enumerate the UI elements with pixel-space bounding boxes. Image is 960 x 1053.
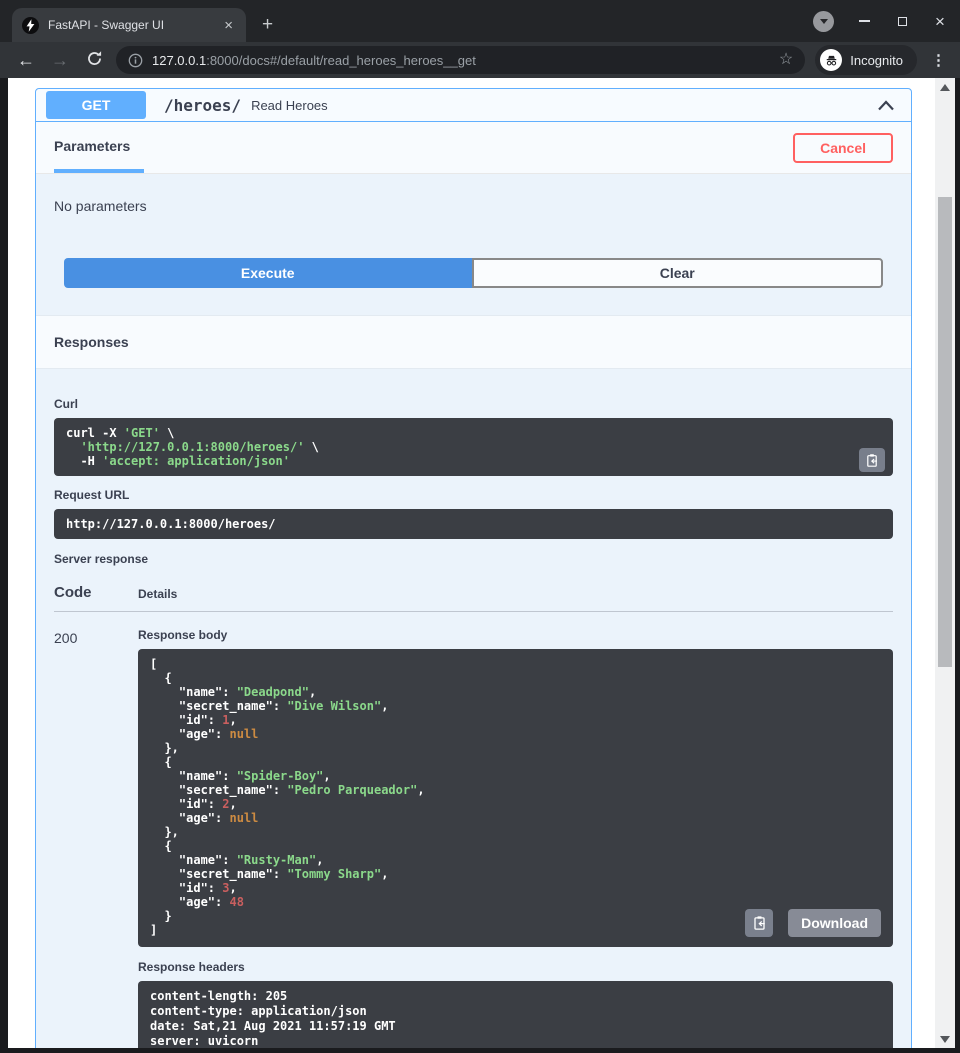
clipboard-icon [865,453,879,468]
tab-close-icon[interactable]: × [221,17,236,34]
tab-title: FastAPI - Swagger UI [48,18,212,32]
scroll-down-button[interactable] [935,1032,955,1046]
download-button[interactable]: Download [788,909,881,937]
copy-curl-button[interactable] [859,448,885,472]
bookmark-star-icon[interactable]: ☆ [779,52,793,68]
browser-window: FastAPI - Swagger UI × + × ← → [0,0,960,1053]
operation-summary[interactable]: GET /heroes/ Read Heroes [36,89,911,122]
fastapi-favicon-icon [22,17,39,34]
browser-menu-button[interactable]: ⋮ [927,51,950,69]
responses-section-title: Responses [36,315,911,369]
endpoint-summary: Read Heroes [251,98,328,113]
request-url-block: http://127.0.0.1:8000/heroes/ [54,509,893,539]
details-column-header: Details [138,587,177,601]
operation-block-get-heroes: GET /heroes/ Read Heroes Parameters Canc… [35,88,912,1048]
request-url-value: http://127.0.0.1:8000/heroes/ [66,517,881,531]
response-headers-text: content-length: 205content-type: applica… [150,989,881,1048]
incognito-label: Incognito [850,53,903,68]
tab-strip: FastAPI - Swagger UI × + × [0,0,960,42]
url-host: 127.0.0.1 [152,53,206,68]
window-frame-right [955,78,960,1048]
minimize-icon [859,20,870,22]
maximize-button[interactable] [894,13,910,29]
http-method-badge: GET [46,91,146,119]
browser-toolbar: ← → 127.0.0.1:8000/docs#/default/read_he… [0,42,960,78]
response-headers-block: content-length: 205content-type: applica… [138,981,893,1048]
reload-button[interactable] [82,50,106,70]
forward-button[interactable]: → [48,51,72,69]
copy-response-button[interactable] [745,909,773,937]
scrollbar-thumb[interactable] [938,197,952,667]
collapse-operation-button[interactable] [873,96,899,115]
responses-section: Curl curl -X 'GET' \ 'http://127.0.0.1:8… [36,369,911,1048]
window-close-button[interactable]: × [932,13,948,29]
arrow-up-icon [940,84,950,91]
parameters-header: Parameters Cancel [36,122,911,174]
window-frame-bottom [0,1048,960,1053]
incognito-badge: Incognito [815,45,917,75]
curl-command-text: curl -X 'GET' \ 'http://127.0.0.1:8000/h… [66,426,881,468]
minimize-button[interactable] [856,13,872,29]
code-column-header: Code [54,584,138,601]
response-row-200: 200 Response body [ { "name": "Deadpond"… [54,612,893,1048]
window-frame-left [0,78,8,1048]
url-text: 127.0.0.1:8000/docs#/default/read_heroes… [152,53,770,68]
url-path: :8000/docs#/default/read_heroes_heroes__… [206,53,476,68]
chevron-up-icon [877,100,895,111]
back-button[interactable]: ← [14,51,38,69]
browser-tab[interactable]: FastAPI - Swagger UI × [12,8,246,42]
response-body-block: [ { "name": "Deadpond", "secret_name": "… [138,649,893,947]
server-response-label: Server response [54,552,893,566]
caret-down-icon [820,19,828,24]
address-bar[interactable]: 127.0.0.1:8000/docs#/default/read_heroes… [116,46,805,74]
tab-parameters[interactable]: Parameters [54,122,144,173]
curl-command-block: curl -X 'GET' \ 'http://127.0.0.1:8000/h… [54,418,893,476]
reload-icon [86,50,103,67]
site-info-icon[interactable] [128,53,143,68]
no-parameters-text: No parameters [36,174,911,214]
incognito-icon [824,53,839,68]
clear-button[interactable]: Clear [472,258,884,288]
status-code: 200 [54,628,138,1048]
swagger-page: GET /heroes/ Read Heroes Parameters Canc… [8,78,935,1048]
execute-wrapper: Execute Clear [36,258,911,288]
clipboard-icon [752,915,767,931]
execute-button[interactable]: Execute [64,258,472,288]
response-headers-label: Response headers [138,960,893,974]
request-url-label: Request URL [54,488,893,502]
endpoint-path: /heroes/ [164,96,241,115]
scroll-up-button[interactable] [935,80,955,94]
response-body-label: Response body [138,628,893,642]
tab-search-button[interactable] [813,11,834,32]
new-tab-button[interactable]: + [246,8,289,42]
response-body-json: [ { "name": "Deadpond", "secret_name": "… [150,657,881,937]
curl-label: Curl [54,397,893,411]
page-scrollbar[interactable] [935,78,955,1048]
cancel-button[interactable]: Cancel [793,133,893,163]
arrow-down-icon [940,1036,950,1043]
response-table-header: Code Details [54,578,893,612]
maximize-icon [898,17,907,26]
